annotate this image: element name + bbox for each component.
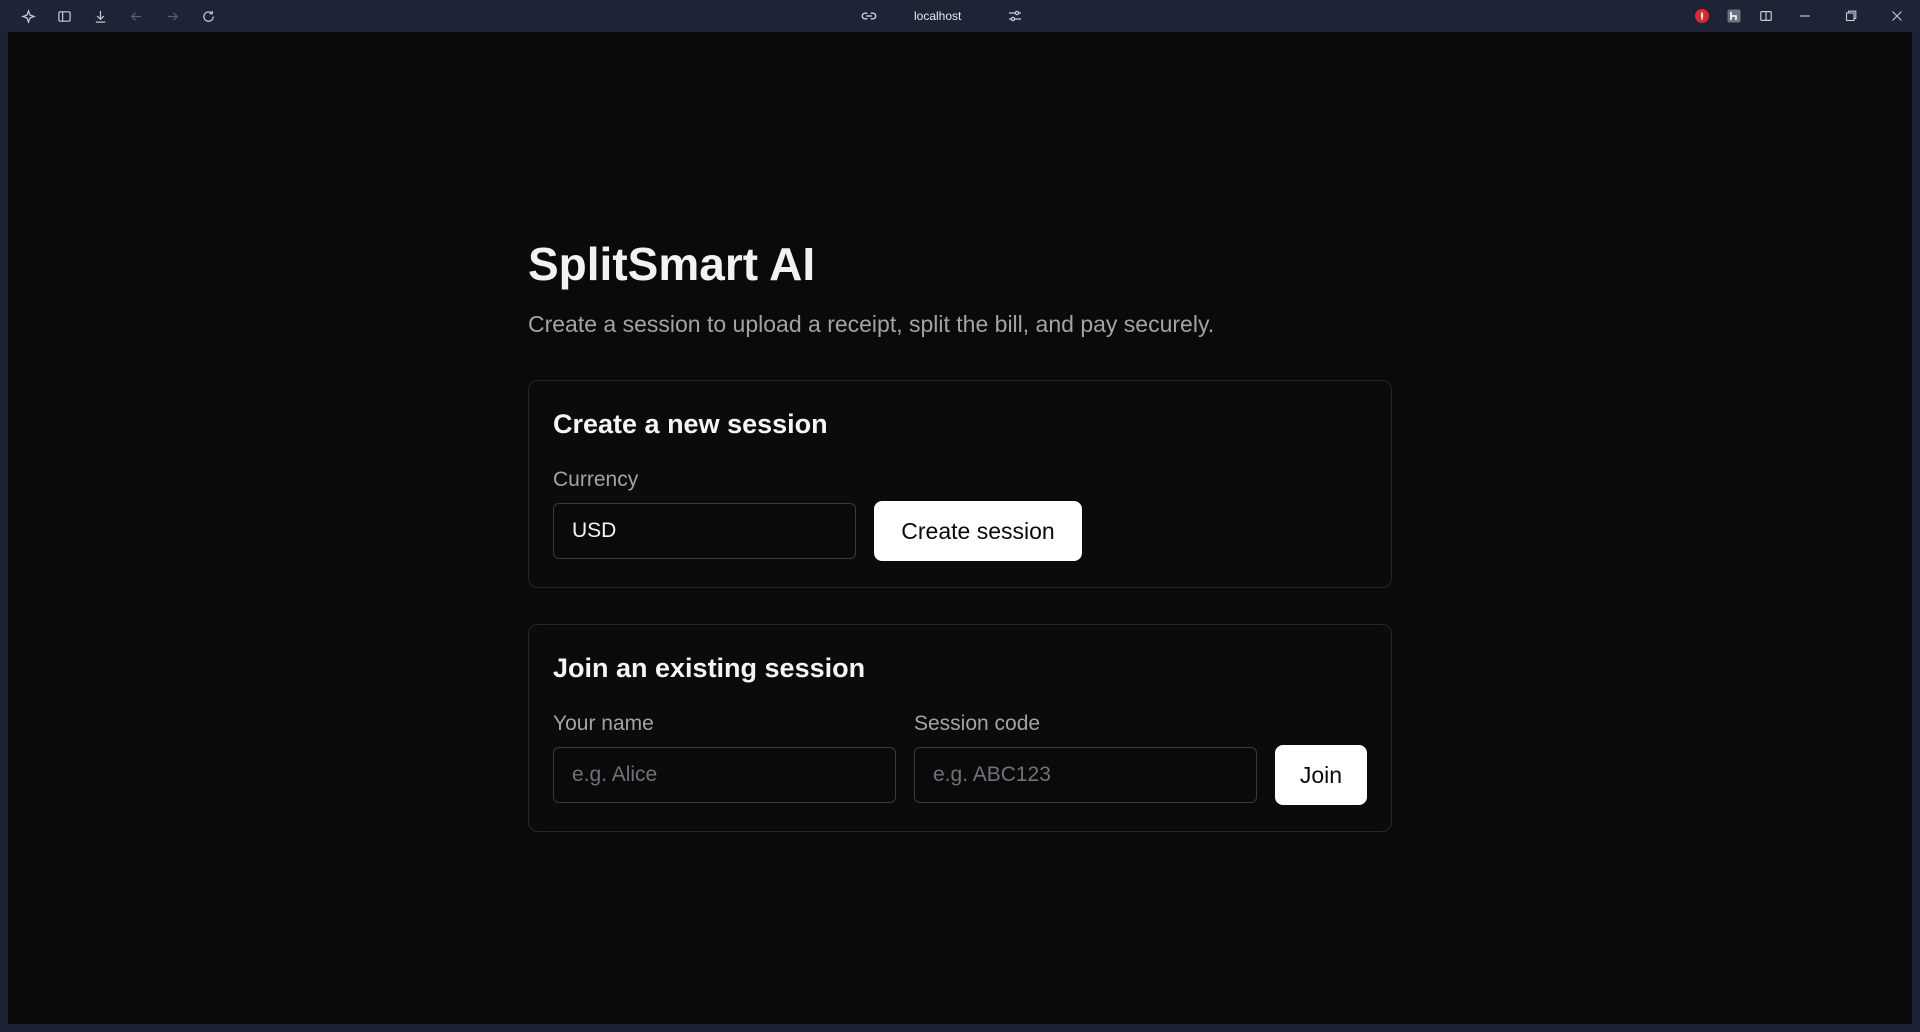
name-input[interactable] bbox=[553, 747, 896, 803]
minimize-icon[interactable] bbox=[1782, 0, 1828, 32]
join-button[interactable]: Join bbox=[1275, 745, 1367, 805]
close-icon[interactable] bbox=[1874, 0, 1920, 32]
join-session-card: Join an existing session Your name Sessi… bbox=[528, 624, 1392, 832]
extension-tile-icon[interactable] bbox=[1718, 0, 1750, 32]
window-controls bbox=[1686, 0, 1920, 32]
browser-toolbar: localhost bbox=[0, 0, 1920, 32]
name-field-group: Your name bbox=[553, 711, 896, 803]
forward-arrow-icon[interactable] bbox=[156, 2, 188, 30]
restore-icon[interactable] bbox=[1828, 0, 1874, 32]
reload-icon[interactable] bbox=[192, 2, 224, 30]
link-icon[interactable] bbox=[860, 7, 878, 25]
page-title: SplitSmart AI bbox=[528, 238, 816, 290]
create-session-row: Currency Create session bbox=[553, 467, 1367, 561]
sidebar-toggle-icon[interactable] bbox=[48, 2, 80, 30]
tune-icon[interactable] bbox=[1007, 8, 1023, 24]
page-subtitle: Create a session to upload a receipt, sp… bbox=[528, 311, 1215, 337]
name-label: Your name bbox=[553, 712, 654, 735]
currency-input[interactable] bbox=[553, 503, 856, 559]
create-session-card: Create a new session Currency Create ses… bbox=[528, 380, 1392, 588]
create-session-button[interactable]: Create session bbox=[874, 501, 1082, 561]
join-session-heading: Join an existing session bbox=[553, 653, 866, 683]
download-icon[interactable] bbox=[84, 2, 116, 30]
session-code-input[interactable] bbox=[914, 747, 1257, 803]
currency-label: Currency bbox=[553, 468, 639, 491]
main-content: SplitSmart AI Create a session to upload… bbox=[528, 232, 1392, 832]
create-session-heading: Create a new session bbox=[553, 409, 828, 439]
back-arrow-icon[interactable] bbox=[120, 2, 152, 30]
split-view-icon[interactable] bbox=[1750, 0, 1782, 32]
currency-field-group: Currency bbox=[553, 467, 856, 559]
spark-icon[interactable] bbox=[12, 2, 44, 30]
address-bar[interactable]: localhost bbox=[860, 0, 1023, 32]
page-viewport: SplitSmart AI Create a session to upload… bbox=[8, 32, 1912, 1024]
session-code-label: Session code bbox=[914, 712, 1041, 735]
browser-nav-group bbox=[12, 0, 224, 32]
url-text[interactable]: localhost bbox=[914, 9, 961, 23]
join-session-row: Your name Session code Join bbox=[553, 711, 1367, 805]
extension-red-icon[interactable] bbox=[1686, 0, 1718, 32]
session-code-field-group: Session code bbox=[914, 711, 1257, 803]
